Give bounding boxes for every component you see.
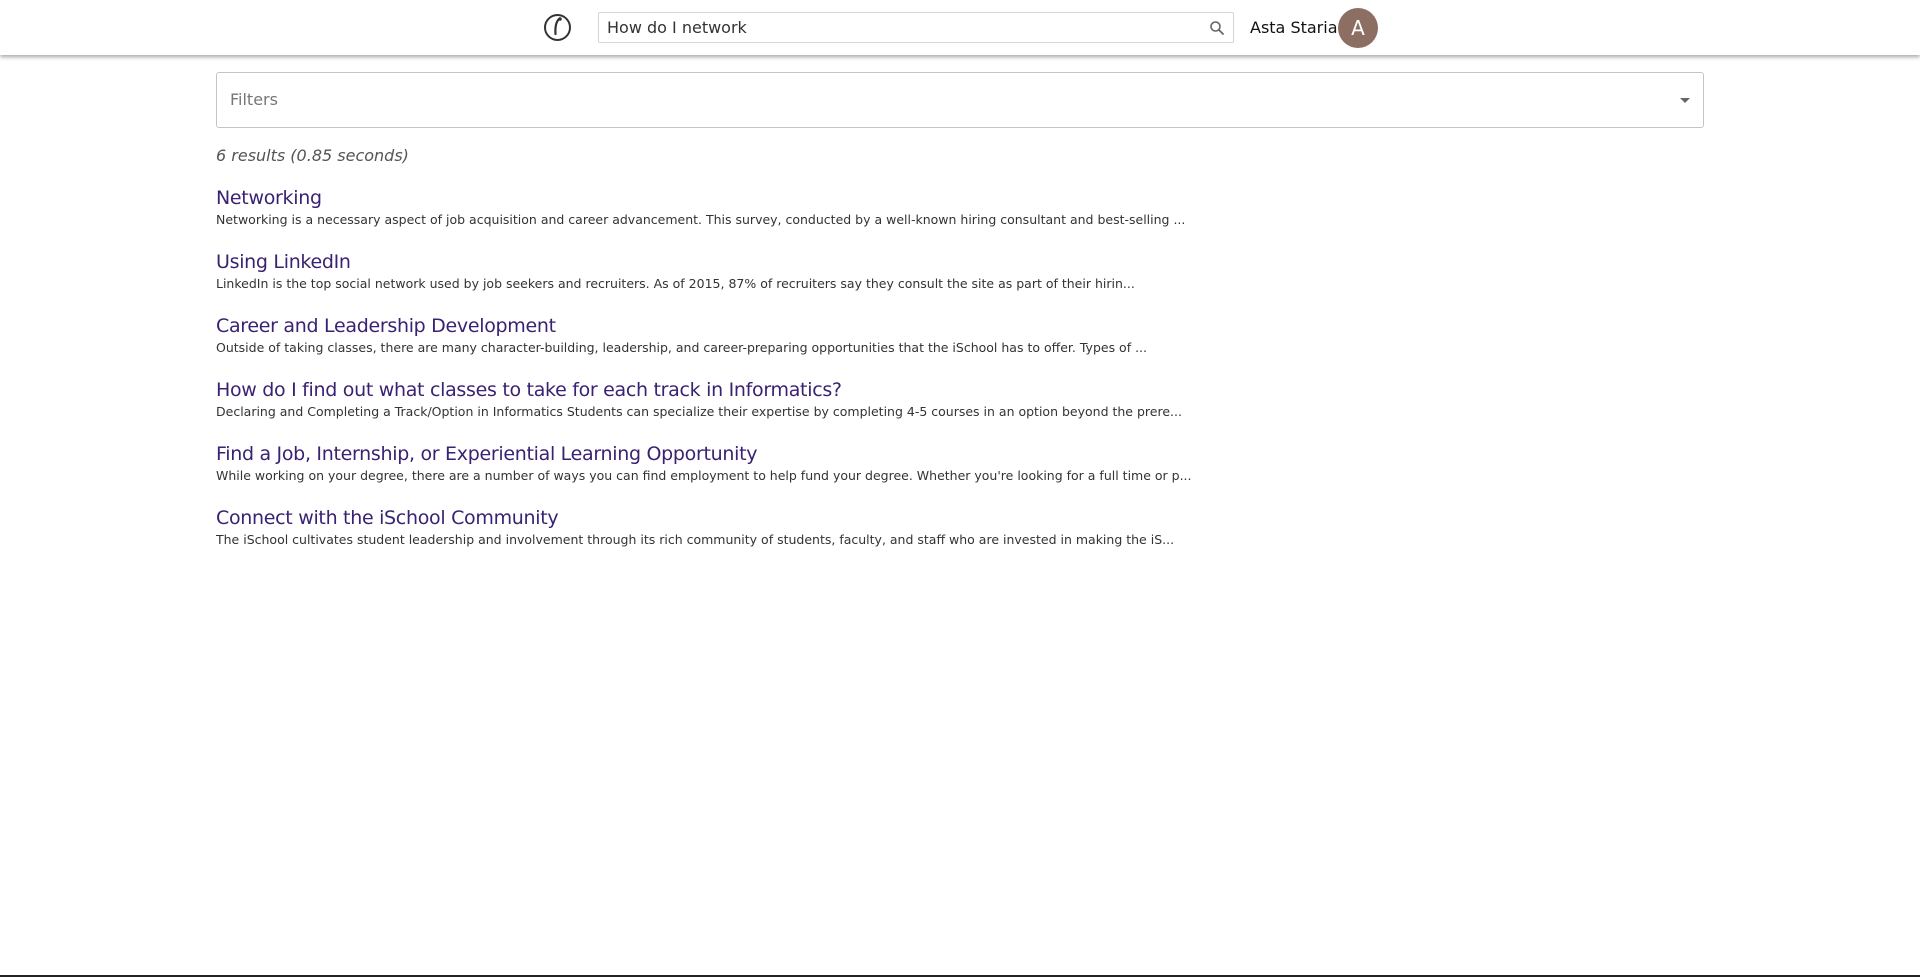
- result-title-link[interactable]: Connect with the iSchool Community: [216, 506, 1416, 530]
- dropdown-arrow-icon: [1680, 98, 1690, 103]
- ischool-logo-icon[interactable]: [543, 13, 572, 42]
- results-summary: 6 results (0.85 seconds): [216, 146, 409, 165]
- result-snippet: While working on your degree, there are …: [216, 468, 1192, 483]
- filters-label: Filters: [230, 90, 278, 109]
- user-name: Asta Staria: [1250, 18, 1338, 37]
- result-item: Using LinkedIn LinkedIn is the top socia…: [216, 250, 1416, 314]
- result-title-link[interactable]: How do I find out what classes to take f…: [216, 378, 1416, 402]
- result-title-link[interactable]: Find a Job, Internship, or Experiential …: [216, 442, 1416, 466]
- search-icon[interactable]: [1209, 20, 1225, 36]
- result-snippet: Declaring and Completing a Track/Option …: [216, 404, 1182, 419]
- results-list: Networking Networking is a necessary asp…: [216, 186, 1416, 570]
- avatar[interactable]: A: [1338, 8, 1378, 48]
- search-box: [598, 12, 1234, 43]
- result-title-link[interactable]: Career and Leadership Development: [216, 314, 1416, 338]
- top-bar: Asta Staria A: [0, 0, 1920, 55]
- search-input[interactable]: [607, 13, 1187, 42]
- result-item: Connect with the iSchool Community The i…: [216, 506, 1416, 570]
- result-item: How do I find out what classes to take f…: [216, 378, 1416, 442]
- result-title-link[interactable]: Using LinkedIn: [216, 250, 1416, 274]
- result-item: Career and Leadership Development Outsid…: [216, 314, 1416, 378]
- result-snippet: Outside of taking classes, there are man…: [216, 340, 1147, 355]
- result-item: Find a Job, Internship, or Experiential …: [216, 442, 1416, 506]
- filters-dropdown[interactable]: Filters: [216, 72, 1704, 128]
- result-snippet: The iSchool cultivates student leadershi…: [216, 532, 1175, 547]
- result-snippet: LinkedIn is the top social network used …: [216, 276, 1135, 291]
- result-item: Networking Networking is a necessary asp…: [216, 186, 1416, 250]
- result-title-link[interactable]: Networking: [216, 186, 1416, 210]
- result-snippet: Networking is a necessary aspect of job …: [216, 212, 1186, 227]
